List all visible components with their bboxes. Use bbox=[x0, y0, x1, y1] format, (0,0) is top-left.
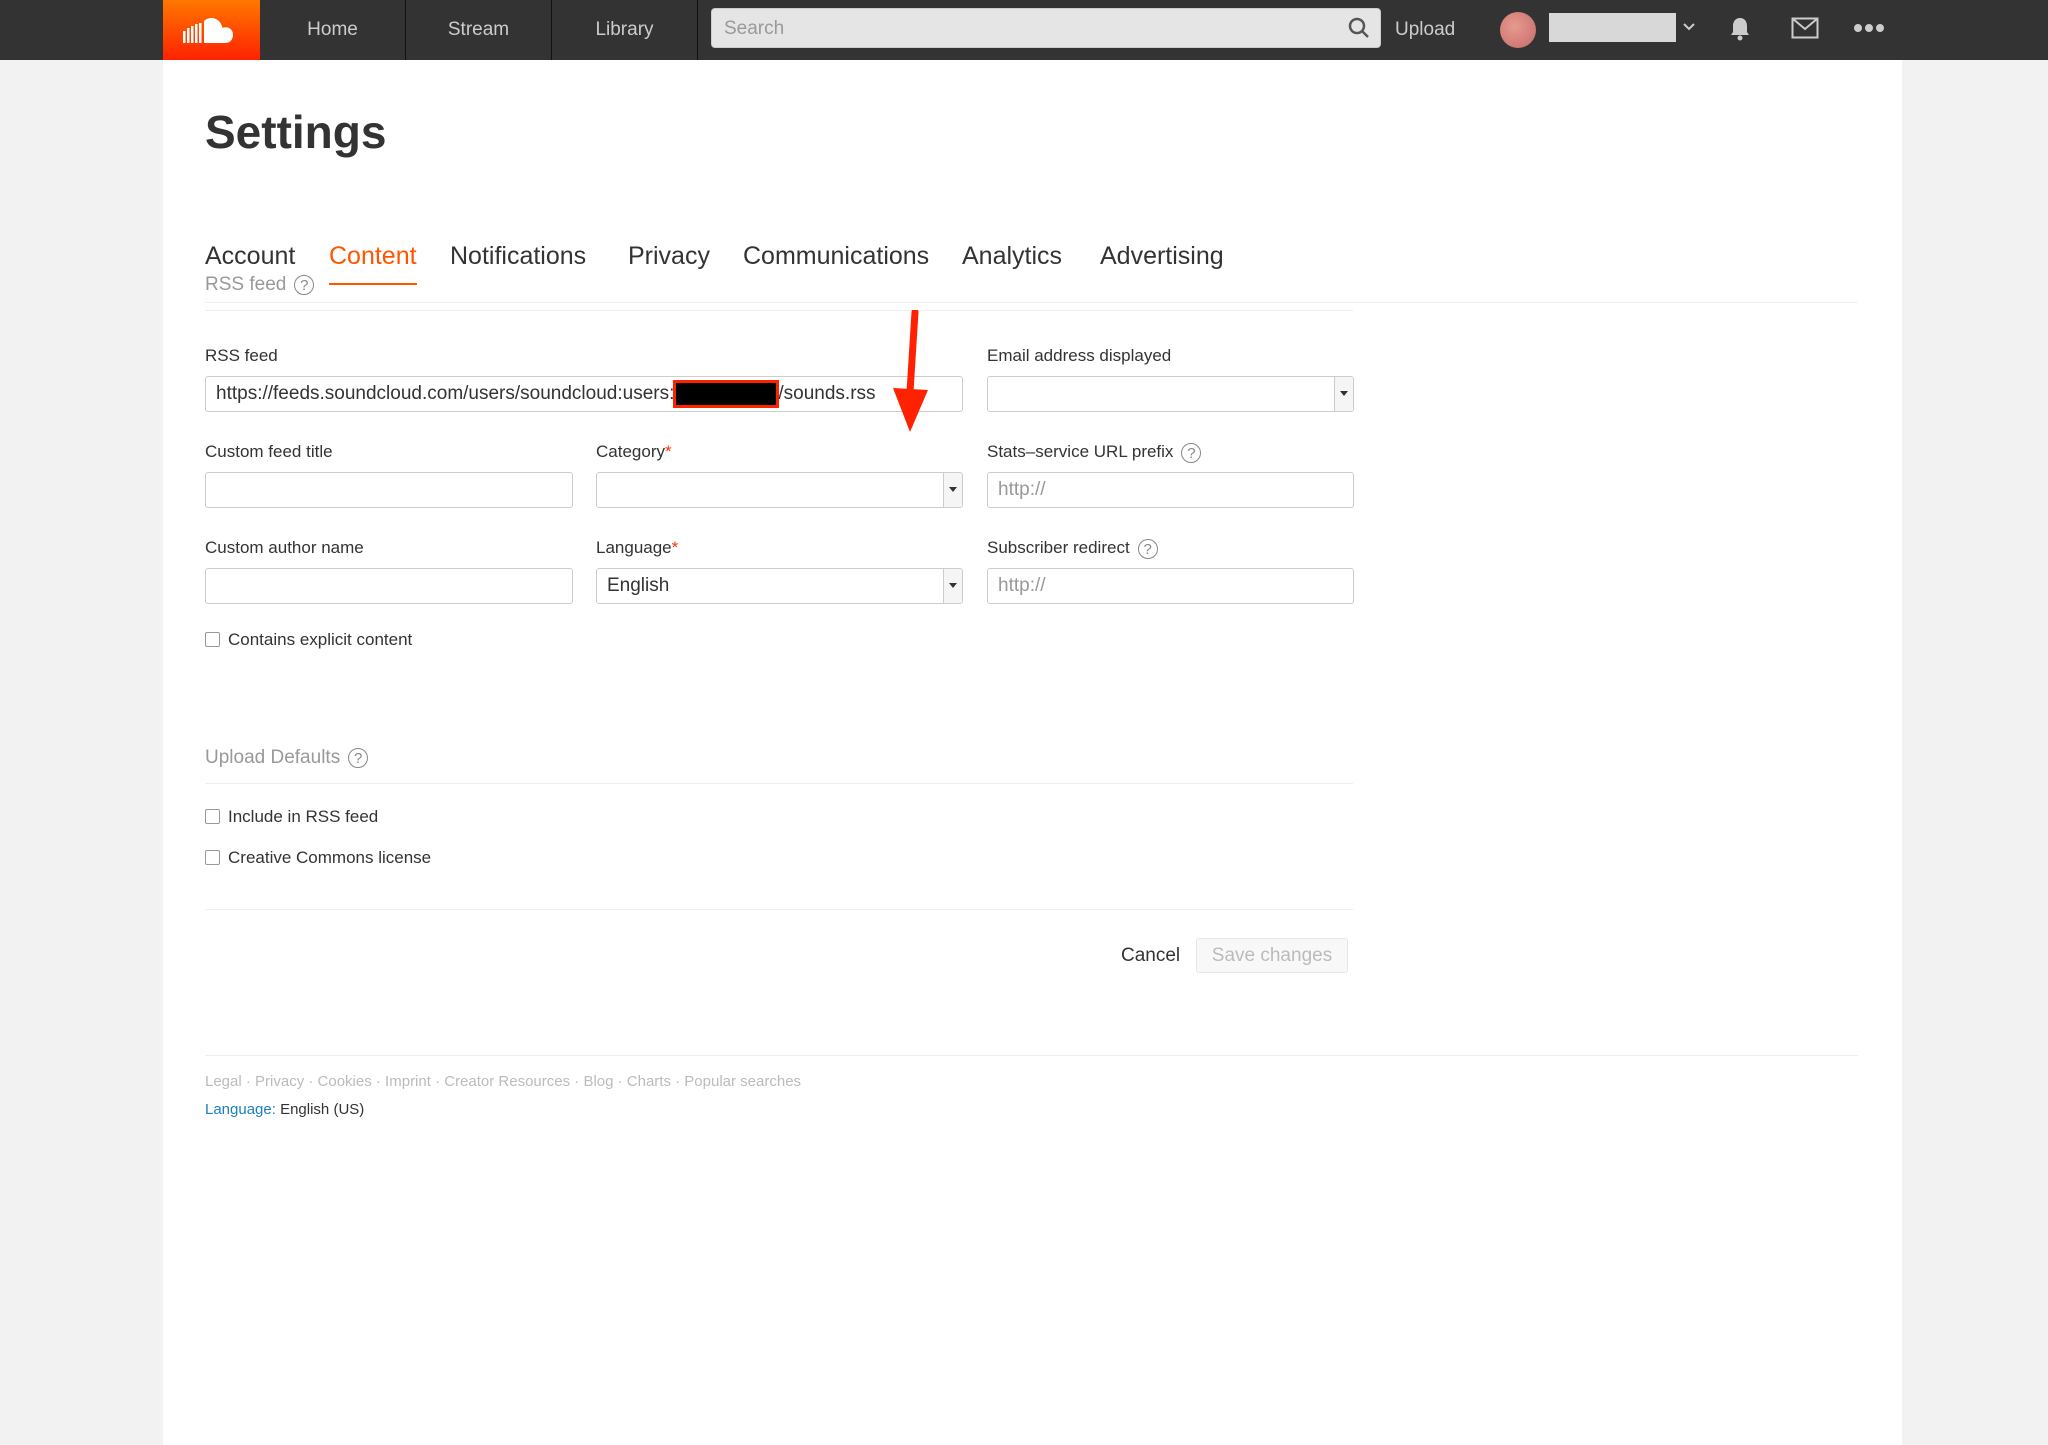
footer-links[interactable]: Legal · Privacy · Cookies · Imprint · Cr… bbox=[205, 1073, 801, 1090]
nav-home[interactable]: Home bbox=[260, 0, 406, 60]
custom-feed-title-input[interactable] bbox=[205, 472, 573, 508]
username-redacted[interactable] bbox=[1549, 13, 1676, 42]
dropdown-arrow-icon bbox=[943, 473, 962, 507]
help-icon[interactable]: ? bbox=[294, 274, 315, 295]
required-marker: * bbox=[671, 538, 679, 557]
custom-feed-title-label: Custom feed title bbox=[205, 442, 333, 461]
bell-icon[interactable] bbox=[1728, 16, 1752, 42]
explicit-content-label: Contains explicit content bbox=[228, 630, 413, 649]
dropdown-arrow-icon bbox=[943, 569, 962, 603]
upload-link[interactable]: Upload bbox=[1395, 0, 1455, 60]
footer-language-key: Language: bbox=[205, 1101, 276, 1118]
redacted-user-id bbox=[673, 379, 780, 408]
rss-feed-url-prefix: https://feeds.soundcloud.com/users/sound… bbox=[216, 383, 675, 404]
chevron-down-icon[interactable] bbox=[1682, 20, 1696, 34]
help-icon[interactable]: ? bbox=[1137, 538, 1158, 559]
footer-language-value: English (US) bbox=[280, 1101, 365, 1118]
rss-feed-url-suffix: /sounds.rss bbox=[778, 383, 876, 404]
annotation-arrow-icon bbox=[893, 310, 928, 432]
stats-url-prefix-label: Stats–service URL prefix? bbox=[987, 442, 1202, 463]
rss-section-header: RSS feed? bbox=[205, 274, 1353, 311]
help-icon[interactable]: ? bbox=[348, 747, 369, 768]
language-select[interactable]: English bbox=[596, 568, 963, 604]
divider bbox=[205, 909, 1353, 910]
custom-author-name-label: Custom author name bbox=[205, 538, 364, 557]
upload-defaults-header: Upload Defaults? bbox=[205, 747, 1353, 784]
footer-language[interactable]: Language: English (US) bbox=[205, 1101, 364, 1118]
stats-url-prefix-input[interactable]: http:// bbox=[987, 472, 1354, 508]
include-rss-row[interactable]: Include in RSS feed bbox=[205, 807, 378, 827]
search-box bbox=[711, 8, 1381, 49]
mail-icon[interactable] bbox=[1791, 17, 1819, 39]
email-displayed-select[interactable] bbox=[987, 376, 1354, 412]
explicit-content-row[interactable]: Contains explicit content bbox=[205, 630, 412, 650]
subscriber-redirect-input[interactable]: http:// bbox=[987, 568, 1354, 604]
cc-license-checkbox[interactable] bbox=[205, 850, 220, 865]
save-changes-button[interactable]: Save changes bbox=[1196, 938, 1348, 973]
custom-author-name-input[interactable] bbox=[205, 568, 573, 604]
rss-feed-url-field[interactable]: https://feeds.soundcloud.com/users/sound… bbox=[205, 376, 963, 412]
category-select[interactable] bbox=[596, 472, 963, 508]
explicit-content-checkbox[interactable] bbox=[205, 632, 220, 647]
rss-section-title: RSS feed bbox=[205, 274, 287, 295]
footer-divider bbox=[205, 1055, 1858, 1056]
nav-stream[interactable]: Stream bbox=[406, 0, 552, 60]
top-nav-bar: Home Stream Library Upload bbox=[0, 0, 2048, 60]
dropdown-arrow-icon bbox=[1334, 377, 1353, 411]
rss-feed-label: RSS feed bbox=[205, 346, 278, 365]
soundcloud-cloud-icon bbox=[182, 17, 233, 43]
nav-library[interactable]: Library bbox=[552, 0, 698, 60]
search-input[interactable] bbox=[722, 9, 1326, 49]
settings-card: Settings Account Content Notifications P… bbox=[163, 60, 1902, 1445]
required-marker: * bbox=[664, 442, 672, 461]
language-label: Language* bbox=[596, 538, 679, 557]
cc-license-label: Creative Commons license bbox=[228, 848, 432, 867]
help-icon[interactable]: ? bbox=[1181, 442, 1202, 463]
include-rss-checkbox[interactable] bbox=[205, 809, 220, 824]
more-options-icon[interactable] bbox=[1853, 20, 1885, 36]
upload-defaults-title: Upload Defaults bbox=[205, 747, 341, 768]
subscriber-redirect-label: Subscriber redirect? bbox=[987, 538, 1158, 559]
cc-license-row[interactable]: Creative Commons license bbox=[205, 848, 431, 868]
include-rss-label: Include in RSS feed bbox=[228, 807, 379, 826]
avatar[interactable] bbox=[1500, 12, 1536, 48]
email-displayed-label: Email address displayed bbox=[987, 346, 1172, 365]
page-title: Settings bbox=[205, 106, 387, 158]
search-icon[interactable] bbox=[1348, 17, 1370, 39]
soundcloud-logo[interactable] bbox=[163, 0, 260, 60]
category-label: Category* bbox=[596, 442, 672, 461]
language-value: English bbox=[607, 575, 670, 596]
cancel-button[interactable]: Cancel bbox=[1121, 945, 1180, 967]
